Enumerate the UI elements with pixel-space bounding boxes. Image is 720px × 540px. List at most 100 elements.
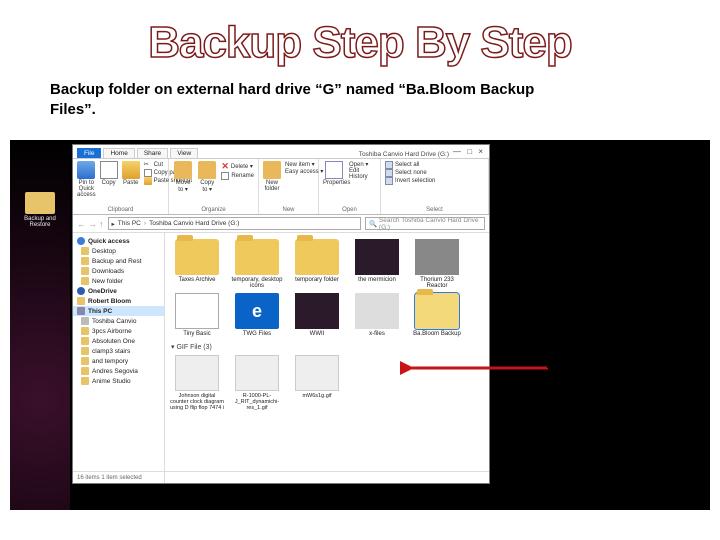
file-label: WWII: [289, 331, 345, 337]
breadcrumb[interactable]: This PC: [118, 220, 141, 227]
folder-icon: [235, 239, 279, 275]
desktop-icon-label: Backup and Restore: [22, 216, 58, 228]
file-thumbnail: [295, 293, 339, 329]
file-thumbnail: [355, 239, 399, 275]
tab-file[interactable]: File: [77, 148, 101, 158]
folder-icon: [295, 239, 339, 275]
invert-selection-button[interactable]: Invert selection: [385, 177, 484, 185]
delete-button[interactable]: ✕Delete ▾: [221, 161, 254, 172]
nav-item[interactable]: and tempory: [73, 356, 164, 366]
easy-access-button[interactable]: Easy access ▾: [285, 168, 323, 175]
file-item[interactable]: mW6s1g.gif: [289, 355, 345, 411]
nav-icon: [77, 237, 85, 245]
copy-to-button[interactable]: Copy to ▾: [197, 161, 217, 193]
nav-item[interactable]: Andres Segovia: [73, 366, 164, 376]
nav-item[interactable]: Desktop: [73, 246, 164, 256]
pin-button[interactable]: Pin to Quick access: [77, 161, 96, 198]
nav-icon: [77, 297, 85, 305]
nav-icon: [81, 357, 89, 365]
folder-icon: [175, 239, 219, 275]
nav-icon: [81, 377, 89, 385]
nav-item[interactable]: Toshiba Canvio: [73, 316, 164, 326]
search-input[interactable]: 🔍 Search Toshiba Canvio Hard Drive (G:): [365, 217, 485, 230]
breadcrumb[interactable]: Toshiba Canvio Hard Drive (G:): [149, 220, 239, 227]
nav-item[interactable]: Quick access: [73, 236, 164, 246]
content-pane: Taxes Archive temporary, desktop icons tem…: [165, 233, 489, 483]
nav-label: OneDrive: [88, 288, 117, 295]
nav-item[interactable]: Downloads: [73, 266, 164, 276]
nav-icon: [77, 307, 85, 315]
file-item[interactable]: WWII: [289, 293, 345, 337]
file-item[interactable]: Tiny Basic: [169, 293, 225, 337]
file-item[interactable]: the mermicion: [349, 239, 405, 289]
nav-label: 3pcs Airborne: [92, 328, 132, 335]
tab-home[interactable]: Home: [103, 148, 134, 158]
file-label: the mermicion: [349, 277, 405, 283]
group-header[interactable]: ▾ GIF File (3): [171, 343, 485, 351]
ribbon-group-label: Open: [323, 207, 376, 213]
file-item[interactable]: temporary folder: [289, 239, 345, 289]
navigation-pane: Quick access DesktopBackup and RestDownlo…: [73, 233, 165, 483]
file-thumbnail: [295, 355, 339, 391]
nav-item[interactable]: Anime Studio: [73, 376, 164, 386]
select-none-button[interactable]: Select none: [385, 169, 484, 177]
nav-icon: [81, 337, 89, 345]
file-item[interactable]: Ba.Bloom Backup: [409, 293, 465, 337]
address-bar-row: ←→↑ ▸ This PC › Toshiba Canvio Hard Driv…: [73, 215, 489, 233]
file-label: R-1000-PL-J_RIT_dynamichi-res_1.gif: [229, 393, 285, 411]
file-item[interactable]: temporary, desktop icons: [229, 239, 285, 289]
slide-subtitle: Backup folder on external hard drive “G”…: [0, 68, 560, 127]
move-to-button[interactable]: Move to ▾: [173, 161, 193, 193]
nav-arrows[interactable]: ←→↑: [77, 219, 104, 229]
file-label: TWG Files: [229, 331, 285, 337]
ribbon-group-label: Organize: [173, 207, 254, 213]
file-item[interactable]: Thorium 233 Reactor: [409, 239, 465, 289]
ribbon: Pin to Quick access Copy Paste ✂Cut Copy…: [73, 159, 489, 215]
address-bar[interactable]: ▸ This PC › Toshiba Canvio Hard Drive (G…: [108, 217, 362, 230]
nav-label: This PC: [88, 308, 112, 315]
nav-icon: [81, 257, 89, 265]
copy-button[interactable]: Copy: [100, 161, 118, 186]
file-thumbnail: [235, 355, 279, 391]
nav-item[interactable]: Absoluten One: [73, 336, 164, 346]
file-item[interactable]: Taxes Archive: [169, 239, 225, 289]
nav-item[interactable]: 3pcs Airborne: [73, 326, 164, 336]
nav-label: and tempory: [92, 358, 128, 365]
properties-button[interactable]: Properties: [323, 161, 345, 186]
nav-item[interactable]: Robert Bloom: [73, 296, 164, 306]
tab-share[interactable]: Share: [137, 148, 168, 158]
file-item[interactable]: Johnson digital counter clock diagram us…: [169, 355, 225, 411]
nav-label: Desktop: [92, 248, 116, 255]
file-item[interactable]: R-1000-PL-J_RIT_dynamichi-res_1.gif: [229, 355, 285, 411]
file-label: temporary folder: [289, 277, 345, 283]
folder-icon: [415, 293, 459, 329]
new-folder-button[interactable]: New folder: [263, 161, 281, 192]
file-thumbnail: e: [235, 293, 279, 329]
file-label: x-files: [349, 331, 405, 337]
ribbon-tabs: File Home Share View Toshiba Canvio Hard…: [73, 145, 489, 159]
paste-button[interactable]: Paste: [122, 161, 140, 186]
history-button[interactable]: History: [349, 174, 368, 180]
open-button[interactable]: Open ▾: [349, 161, 368, 168]
file-thumbnail: [415, 239, 459, 275]
new-item-button[interactable]: New item ▾: [285, 161, 323, 168]
nav-icon: [81, 247, 89, 255]
file-label: Taxes Archive: [169, 277, 225, 283]
file-item[interactable]: x-files: [349, 293, 405, 337]
tab-view[interactable]: View: [170, 148, 198, 158]
window-controls[interactable]: — □ ×: [453, 147, 485, 156]
nav-icon: [81, 347, 89, 355]
nav-item[interactable]: OneDrive: [73, 286, 164, 296]
nav-item[interactable]: clamp3 stairs: [73, 346, 164, 356]
nav-item[interactable]: This PC: [73, 306, 164, 316]
select-all-button[interactable]: Select all: [385, 161, 484, 169]
desktop-folder-icon[interactable]: Backup and Restore: [22, 192, 58, 228]
rename-button[interactable]: Rename: [221, 172, 254, 180]
nav-item[interactable]: Backup and Rest: [73, 256, 164, 266]
file-label: mW6s1g.gif: [289, 393, 345, 399]
nav-item[interactable]: New folder: [73, 276, 164, 286]
file-item[interactable]: e TWG Files: [229, 293, 285, 337]
file-label: Johnson digital counter clock diagram us…: [169, 393, 225, 411]
nav-label: Toshiba Canvio: [92, 318, 136, 325]
file-thumbnail: [175, 355, 219, 391]
